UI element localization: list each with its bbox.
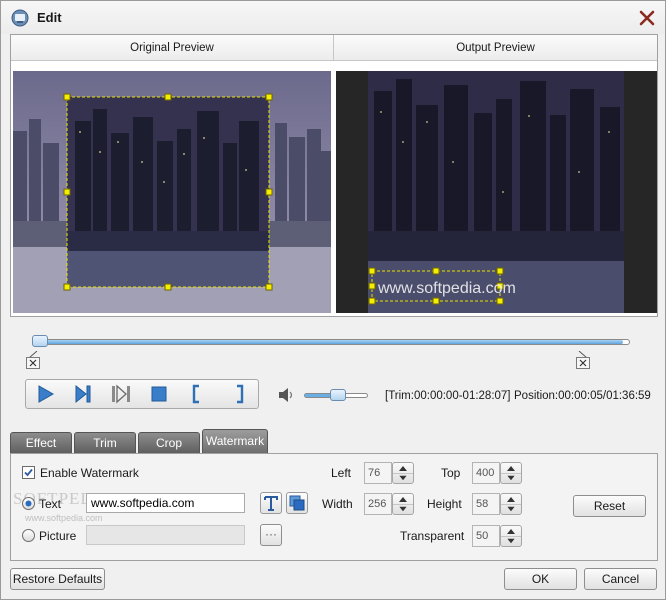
step-forward-icon[interactable] [72,384,94,404]
preview-body: www.softpedia.com [11,61,657,316]
timeline-track[interactable] [32,339,630,345]
playback-controls [25,379,259,409]
top-value[interactable]: 400 [472,462,500,484]
spin-down-icon[interactable] [501,473,521,483]
trim-end-marker-icon[interactable] [576,351,590,369]
spin-up-icon[interactable] [501,526,521,536]
set-start-bracket-icon[interactable] [186,384,208,404]
title-bar: Edit [1,1,665,34]
trim-range-text: [Trim:00:00:00-01:28:07] [385,390,511,402]
trim-start-marker-icon[interactable] [26,351,40,369]
tab-trim[interactable]: Trim [74,432,136,453]
text-radio[interactable] [22,497,35,510]
timeline-range [33,340,624,344]
text-radio-label: Text [39,497,62,511]
width-value[interactable]: 256 [364,493,392,515]
preview-header: Original Preview Output Preview [11,35,657,61]
watermark-text-input[interactable] [86,493,245,513]
original-preview-label: Original Preview [130,42,214,54]
spin-up-icon[interactable] [501,463,521,473]
picture-radio-label: Picture [39,529,77,543]
stop-icon[interactable] [148,384,170,404]
left-value[interactable]: 76 [364,462,392,484]
height-value[interactable]: 58 [472,493,500,515]
tab-crop[interactable]: Crop [138,432,200,453]
spin-down-icon[interactable] [501,536,521,546]
reset-button[interactable]: Reset [573,495,646,517]
text-color-button[interactable] [286,492,308,514]
text-font-icon [264,496,278,511]
next-frame-icon[interactable] [110,384,132,404]
browse-picture-button[interactable]: ··· [260,524,282,546]
left-spin-buttons [392,462,414,484]
top-spin-buttons [500,462,522,484]
window-title: Edit [37,10,62,25]
play-icon[interactable] [34,384,56,404]
width-spin-buttons [392,493,414,515]
color-swatch-icon [289,495,305,511]
output-preview-label: Output Preview [456,42,535,54]
radio-dot-icon [25,500,32,507]
enable-watermark-label: Enable Watermark [40,466,139,480]
volume-icon[interactable] [277,387,295,403]
transparent-value[interactable]: 50 [472,525,500,547]
height-label: Height [427,497,462,511]
cancel-button[interactable]: Cancel [584,568,657,590]
spin-down-icon[interactable] [393,504,413,514]
restore-defaults-button[interactable]: Restore Defaults [10,568,105,590]
spin-up-icon[interactable] [501,494,521,504]
close-icon[interactable] [637,8,657,28]
transparent-spin-buttons [500,525,522,547]
timeline-thumb[interactable] [32,335,48,347]
timeline [10,319,658,369]
enable-watermark-checkbox[interactable] [22,466,35,479]
picture-radio[interactable] [22,529,35,542]
tab-effect[interactable]: Effect [10,432,72,453]
set-end-bracket-icon[interactable] [228,384,250,404]
text-font-button[interactable] [260,492,282,514]
output-preview-image: www.softpedia.com [368,71,624,313]
softpedia-logo-url: www.softpedia.com [25,513,103,523]
picture-path-input[interactable] [86,525,245,545]
left-label: Left [331,466,352,480]
spin-up-icon[interactable] [393,463,413,473]
output-preview-area: www.softpedia.com [336,71,657,313]
spin-down-icon[interactable] [501,504,521,514]
watermark-overlay-text: www.softpedia.com [377,280,516,297]
app-icon [11,9,29,27]
position-text: Position:00:00:05/01:36:59 [514,390,651,402]
ok-button[interactable]: OK [504,568,577,590]
preview-panel: Original Preview Output Preview www.soft… [10,34,658,317]
spin-down-icon[interactable] [393,473,413,483]
checkmark-icon [24,468,33,477]
volume-thumb[interactable] [330,389,347,401]
top-label: Top [441,466,461,480]
spin-up-icon[interactable] [393,494,413,504]
transparent-label: Transparent [400,529,465,543]
height-spin-buttons [500,493,522,515]
tab-watermark[interactable]: Watermark [202,429,268,453]
width-label: Width [322,497,353,511]
original-preview-image [13,71,331,313]
edit-dialog: Edit Original Preview Output Preview www… [0,0,666,600]
